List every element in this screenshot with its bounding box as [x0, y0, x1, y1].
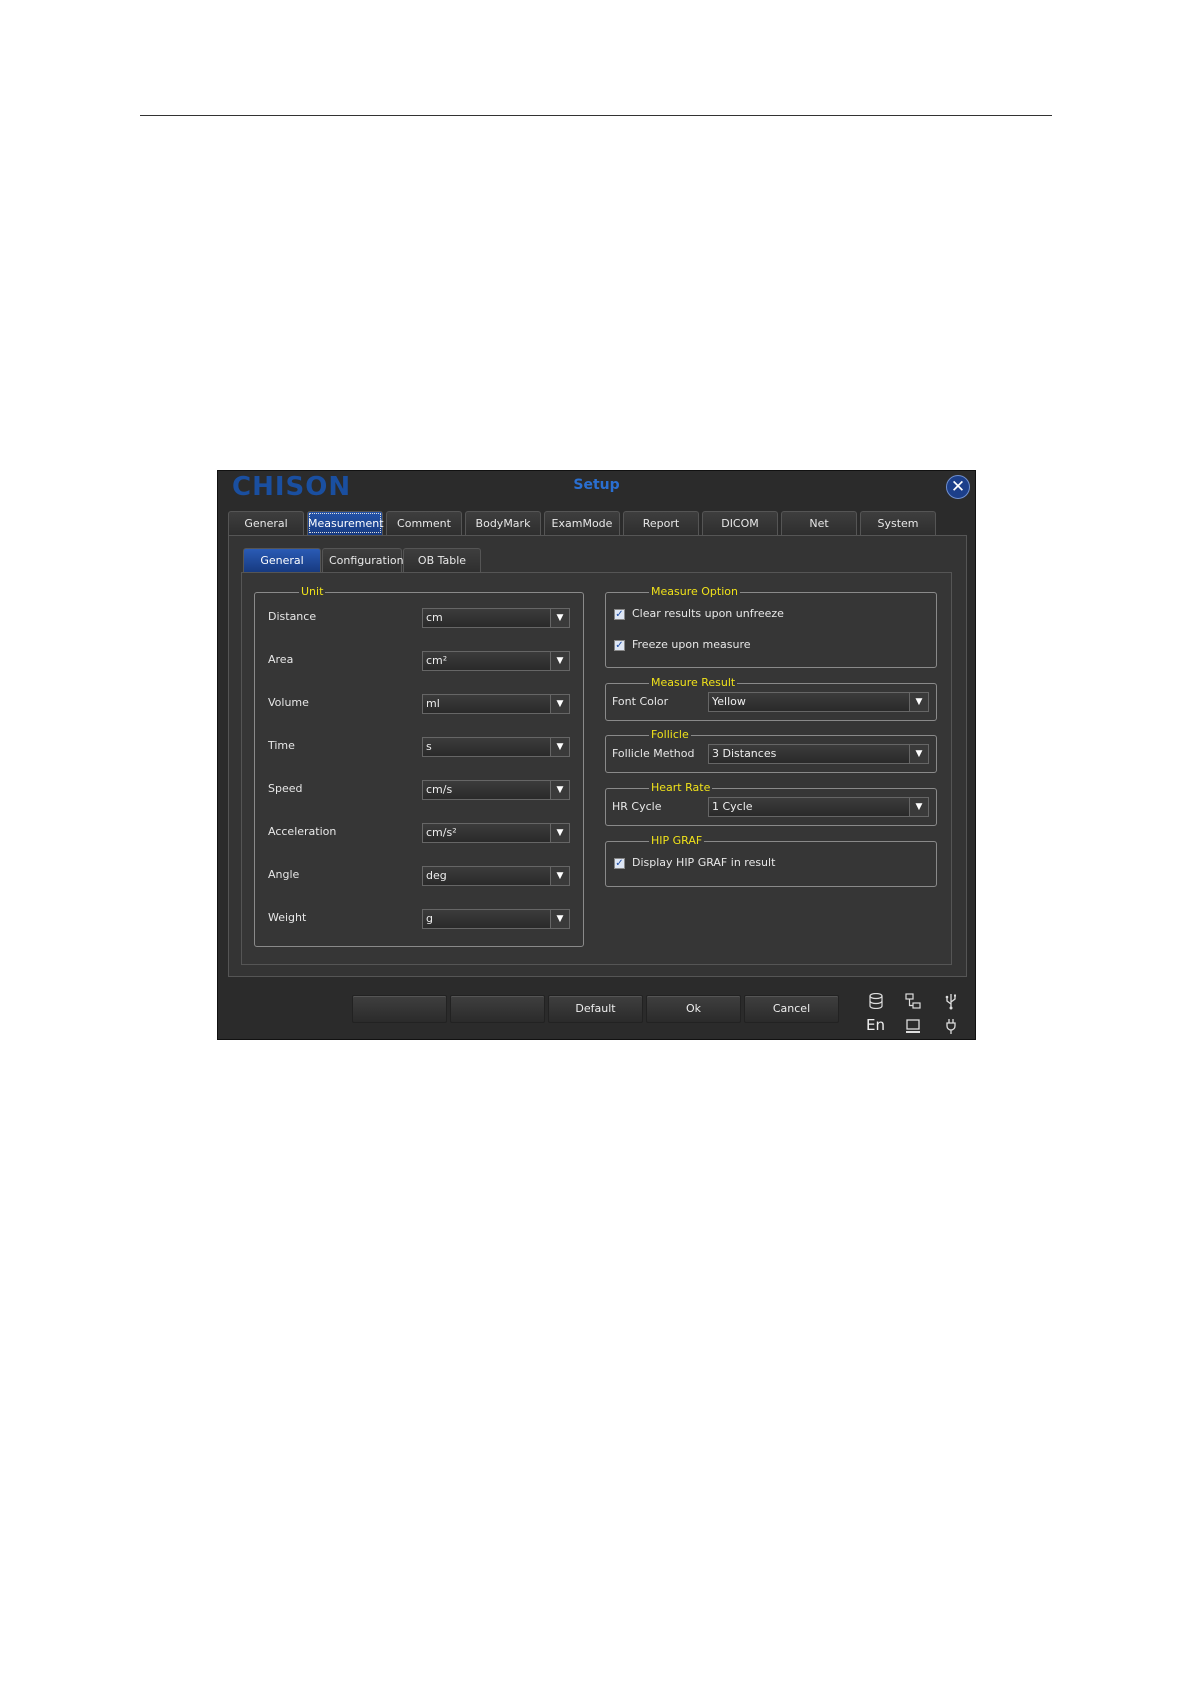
acceleration-label: Acceleration — [268, 825, 337, 838]
volume-select[interactable]: ml ▼ — [422, 694, 570, 714]
volume-value: ml — [426, 697, 440, 710]
angle-select[interactable]: deg ▼ — [422, 866, 570, 886]
speed-value: cm/s — [426, 783, 453, 796]
cancel-button[interactable]: Cancel — [744, 995, 839, 1023]
tab-bodymark[interactable]: BodyMark — [465, 511, 541, 535]
default-button[interactable]: Default — [548, 995, 643, 1023]
unit-legend: Unit — [299, 585, 326, 599]
display-icon — [903, 1019, 923, 1038]
general-settings-panel: Unit Distance cm ▼ Area cm² ▼ Volume ml … — [241, 572, 952, 965]
distance-label: Distance — [268, 610, 317, 623]
display-hip-graf-checkbox[interactable]: ✓ — [614, 858, 625, 869]
tab-measurement[interactable]: Measurement — [307, 511, 384, 535]
subtab-ob-table[interactable]: OB Table — [403, 548, 481, 572]
clear-results-checkbox[interactable]: ✓ — [614, 609, 625, 620]
unlabeled-button-2[interactable] — [450, 995, 545, 1023]
measure-option-group: Measure Option ✓ Clear results upon unfr… — [605, 585, 937, 668]
bottom-bar: Default Ok Cancel En — [218, 981, 975, 1039]
weight-select[interactable]: g ▼ — [422, 909, 570, 929]
hr-cycle-label: HR Cycle — [612, 800, 662, 813]
title-bar: CHISON Setup ✕ — [218, 471, 975, 502]
chevron-down-icon[interactable]: ▼ — [550, 609, 569, 627]
acceleration-value: cm/s² — [426, 826, 457, 839]
hr-cycle-select[interactable]: 1 Cycle ▼ — [708, 797, 929, 817]
main-tabs: General Measurement Comment BodyMark Exa… — [228, 511, 939, 535]
tab-comment[interactable]: Comment — [386, 511, 462, 535]
hr-cycle-value: 1 Cycle — [712, 800, 753, 813]
hip-graf-legend: HIP GRAF — [649, 834, 705, 848]
speed-select[interactable]: cm/s ▼ — [422, 780, 570, 800]
weight-label: Weight — [268, 911, 307, 924]
setup-window: CHISON Setup ✕ General Measurement Comme… — [217, 470, 976, 1040]
heart-rate-group: Heart Rate HR Cycle 1 Cycle ▼ — [605, 781, 937, 826]
sub-tabs: General Configuration OB Table — [243, 548, 482, 572]
font-color-label: Font Color — [612, 695, 669, 708]
time-label: Time — [268, 739, 295, 752]
tab-dicom[interactable]: DICOM — [702, 511, 778, 535]
power-plug-icon — [941, 1018, 961, 1039]
display-hip-graf-label: Display HIP GRAF in result — [632, 856, 776, 869]
hip-graf-group: HIP GRAF ✓ Display HIP GRAF in result — [605, 834, 937, 887]
chevron-down-icon[interactable]: ▼ — [550, 824, 569, 842]
measure-result-group: Measure Result Font Color Yellow ▼ — [605, 676, 937, 721]
freeze-upon-measure-checkbox[interactable]: ✓ — [614, 640, 625, 651]
font-color-value: Yellow — [712, 695, 746, 708]
page-header-rule — [140, 115, 1052, 116]
database-icon — [866, 992, 886, 1013]
time-value: s — [426, 740, 432, 753]
tab-general[interactable]: General — [228, 511, 304, 535]
unlabeled-button-1[interactable] — [352, 995, 447, 1023]
chevron-down-icon[interactable]: ▼ — [550, 867, 569, 885]
ok-button[interactable]: Ok — [646, 995, 741, 1023]
time-select[interactable]: s ▼ — [422, 737, 570, 757]
weight-value: g — [426, 912, 433, 925]
font-color-select[interactable]: Yellow ▼ — [708, 692, 929, 712]
clear-results-label: Clear results upon unfreeze — [632, 607, 784, 620]
follicle-legend: Follicle — [649, 728, 691, 742]
window-title: Setup — [573, 477, 620, 493]
speed-label: Speed — [268, 782, 303, 795]
follicle-method-select[interactable]: 3 Distances ▼ — [708, 744, 929, 764]
tab-report[interactable]: Report — [623, 511, 699, 535]
acceleration-select[interactable]: cm/s² ▼ — [422, 823, 570, 843]
measure-result-legend: Measure Result — [649, 676, 738, 690]
chevron-down-icon[interactable]: ▼ — [909, 693, 928, 711]
angle-value: deg — [426, 869, 447, 882]
subtab-general[interactable]: General — [243, 548, 321, 572]
measure-option-legend: Measure Option — [649, 585, 740, 599]
chevron-down-icon[interactable]: ▼ — [909, 798, 928, 816]
follicle-method-label: Follicle Method — [612, 747, 695, 760]
unit-group: Unit Distance cm ▼ Area cm² ▼ Volume ml … — [254, 585, 584, 947]
chevron-down-icon[interactable]: ▼ — [550, 910, 569, 928]
chevron-down-icon[interactable]: ▼ — [550, 738, 569, 756]
distance-value: cm — [426, 611, 443, 624]
follicle-group: Follicle Follicle Method 3 Distances ▼ — [605, 728, 937, 773]
heart-rate-legend: Heart Rate — [649, 781, 713, 795]
tab-net[interactable]: Net — [781, 511, 857, 535]
area-label: Area — [268, 653, 294, 666]
language-indicator[interactable]: En — [866, 1016, 885, 1034]
freeze-upon-measure-label: Freeze upon measure — [632, 638, 751, 651]
tab-exammode[interactable]: ExamMode — [544, 511, 620, 535]
volume-label: Volume — [268, 696, 309, 709]
network-icon — [903, 993, 923, 1013]
follicle-method-value: 3 Distances — [712, 747, 777, 760]
usb-icon — [941, 993, 961, 1014]
distance-select[interactable]: cm ▼ — [422, 608, 570, 628]
chevron-down-icon[interactable]: ▼ — [909, 745, 928, 763]
tab-system[interactable]: System — [860, 511, 936, 535]
angle-label: Angle — [268, 868, 300, 881]
chevron-down-icon[interactable]: ▼ — [550, 781, 569, 799]
area-value: cm² — [426, 654, 448, 667]
chevron-down-icon[interactable]: ▼ — [550, 695, 569, 713]
close-icon[interactable]: ✕ — [946, 475, 970, 499]
subtab-configuration[interactable]: Configuration — [322, 548, 404, 572]
area-select[interactable]: cm² ▼ — [422, 651, 570, 671]
measurement-panel: General Configuration OB Table Unit Dist… — [228, 535, 967, 977]
chevron-down-icon[interactable]: ▼ — [550, 652, 569, 670]
